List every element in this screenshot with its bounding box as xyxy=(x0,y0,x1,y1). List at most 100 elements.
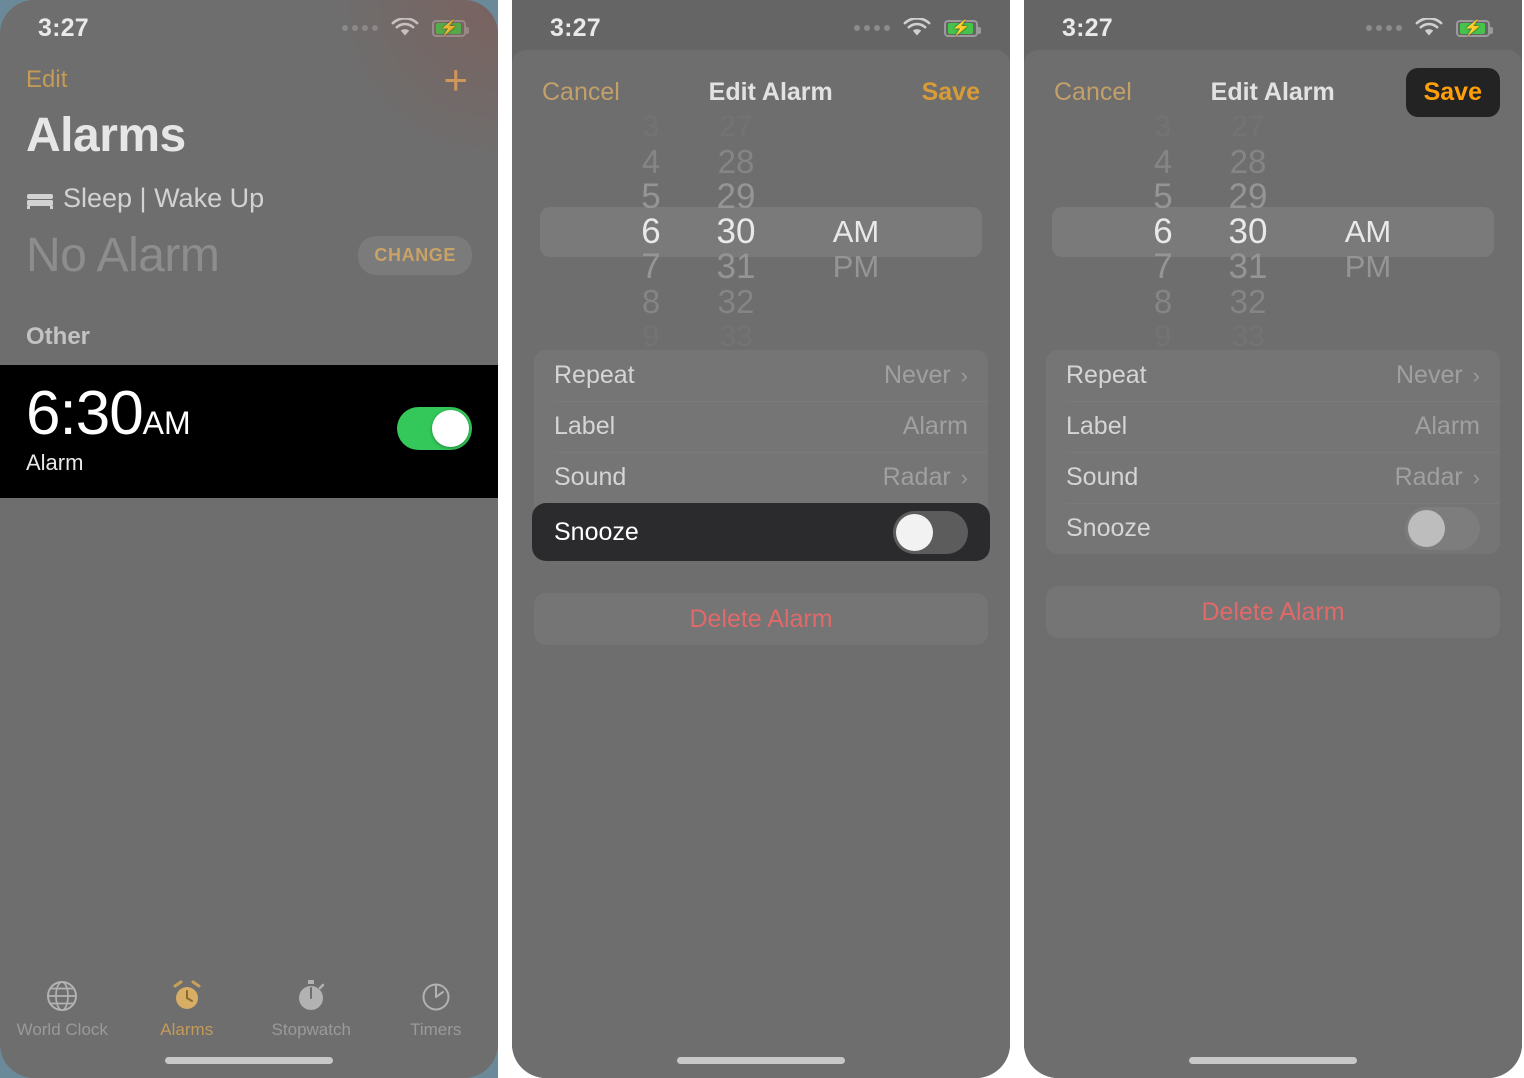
settings-row-label[interactable]: Label Alarm xyxy=(534,401,988,452)
picker-hour-item[interactable]: 3 xyxy=(1155,109,1172,144)
time-picker-period-column[interactable]: AM PM xyxy=(1308,109,1428,354)
signal-dots-icon xyxy=(854,25,890,31)
status-bar-indicators: ⚡ xyxy=(342,18,469,38)
settings-row-sound[interactable]: Sound Radar › xyxy=(534,452,988,503)
picker-minute-item[interactable]: 29 xyxy=(717,179,756,214)
picker-minute-item[interactable]: 28 xyxy=(1230,144,1267,179)
time-picker[interactable]: 3 4 5 6 7 8 9 27 28 29 30 31 32 33 AM PM xyxy=(1024,110,1522,353)
cancel-button[interactable]: Cancel xyxy=(1054,78,1132,107)
settings-row-label-text: Label xyxy=(1066,412,1128,440)
settings-row-snooze[interactable]: Snooze xyxy=(1046,503,1500,554)
picker-hour-item[interactable]: 8 xyxy=(642,284,660,319)
settings-row-label: Sound xyxy=(1066,463,1139,491)
picker-minute-item[interactable]: 33 xyxy=(1231,319,1264,354)
tab-stopwatch[interactable]: Stopwatch xyxy=(249,974,374,1040)
wifi-icon xyxy=(1415,18,1443,36)
time-picker-minutes-column[interactable]: 27 28 29 30 31 32 33 xyxy=(694,109,778,354)
picker-minute-item[interactable]: 27 xyxy=(1231,109,1264,144)
alarm-item-time: 6:30AM xyxy=(26,379,191,448)
phone-panel-edit-alarm-save: 3:27 ⚡ Cancel Edit Alarm Save 3 4 5 6 7 … xyxy=(1024,0,1522,1078)
snooze-toggle[interactable] xyxy=(1405,507,1480,550)
settings-row-snooze[interactable]: Snooze xyxy=(532,503,990,561)
home-indicator[interactable] xyxy=(677,1057,845,1064)
signal-dots-icon xyxy=(1366,25,1402,31)
home-indicator[interactable] xyxy=(165,1057,333,1064)
sleep-wake-up-row[interactable]: Sleep | Wake Up xyxy=(0,163,498,214)
wifi-icon xyxy=(903,18,931,36)
time-picker-minutes-column[interactable]: 27 28 29 30 31 32 33 xyxy=(1206,109,1290,354)
chevron-right-icon: › xyxy=(960,362,968,388)
bed-icon xyxy=(27,193,53,209)
picker-period-item[interactable]: PM xyxy=(833,249,880,284)
status-bar-indicators: ⚡ xyxy=(1366,18,1493,38)
settings-row-value: Radar › xyxy=(1395,463,1480,492)
change-button[interactable]: CHANGE xyxy=(358,236,472,275)
picker-hour-item[interactable]: 7 xyxy=(641,249,660,284)
tab-timers[interactable]: Timers xyxy=(374,974,499,1040)
snooze-toggle[interactable] xyxy=(893,510,968,554)
status-bar-time: 3:27 xyxy=(38,13,89,42)
picker-hour-item[interactable]: 9 xyxy=(1155,319,1172,354)
settings-row-label[interactable]: Label Alarm xyxy=(1046,401,1500,452)
settings-row-sound[interactable]: Sound Radar › xyxy=(1046,452,1500,503)
alarm-list-item[interactable]: 6:30AM Alarm xyxy=(0,365,498,499)
time-picker-period-column[interactable]: AM PM xyxy=(796,109,916,354)
picker-minute-selected[interactable]: 30 xyxy=(1229,214,1268,249)
picker-hour-item[interactable]: 3 xyxy=(643,109,660,144)
time-picker-hours-column[interactable]: 3 4 5 6 7 8 9 xyxy=(1128,109,1198,354)
tab-world-clock[interactable]: World Clock xyxy=(0,974,125,1040)
edit-button[interactable]: Edit xyxy=(26,66,67,94)
globe-icon xyxy=(0,974,125,1018)
cancel-button[interactable]: Cancel xyxy=(542,78,620,107)
tab-alarms-label: Alarms xyxy=(160,1020,214,1039)
picker-minute-item[interactable]: 31 xyxy=(1229,249,1268,284)
picker-minute-item[interactable]: 32 xyxy=(1230,284,1267,319)
picker-hour-item[interactable]: 7 xyxy=(1153,249,1172,284)
signal-dots-icon xyxy=(342,25,378,31)
screenshot-stage: 3:27 ⚡ Edit + Alarms Sleep | Wake Up No … xyxy=(0,0,1524,1078)
picker-minute-selected[interactable]: 30 xyxy=(717,214,756,249)
plus-icon[interactable]: + xyxy=(443,59,468,101)
settings-row-repeat[interactable]: Repeat Never › xyxy=(534,350,988,401)
settings-row-value: Alarm xyxy=(903,412,968,441)
alarm-enable-toggle[interactable] xyxy=(397,407,472,451)
status-bar-time: 3:27 xyxy=(1062,13,1113,42)
picker-hour-selected[interactable]: 6 xyxy=(1153,214,1172,249)
picker-minute-item[interactable]: 32 xyxy=(718,284,755,319)
picker-minute-item[interactable]: 28 xyxy=(718,144,755,179)
picker-hour-item[interactable]: 4 xyxy=(642,144,660,179)
picker-period-selected[interactable]: AM xyxy=(1345,214,1392,249)
picker-hour-item[interactable]: 9 xyxy=(643,319,660,354)
home-indicator[interactable] xyxy=(1189,1057,1357,1064)
delete-alarm-button[interactable]: Delete Alarm xyxy=(534,593,988,645)
tab-alarms[interactable]: Alarms xyxy=(125,974,250,1040)
settings-row-label: Sound xyxy=(554,463,627,491)
picker-minute-item[interactable]: 31 xyxy=(717,249,756,284)
chevron-right-icon: › xyxy=(1472,362,1480,388)
picker-hour-item[interactable]: 8 xyxy=(1154,284,1172,319)
picker-period-item[interactable]: PM xyxy=(1345,249,1392,284)
settings-row-value: Radar › xyxy=(883,463,968,492)
sleep-wake-up-label: Sleep | Wake Up xyxy=(63,183,265,213)
picker-minute-item[interactable]: 29 xyxy=(1229,179,1268,214)
picker-hour-selected[interactable]: 6 xyxy=(641,214,660,249)
time-picker[interactable]: 3 4 5 6 7 8 9 27 28 29 30 31 32 33 AM PM xyxy=(512,110,1010,353)
picker-hour-item[interactable]: 4 xyxy=(1154,144,1172,179)
delete-alarm-button[interactable]: Delete Alarm xyxy=(1046,586,1500,638)
wifi-icon xyxy=(391,18,419,36)
picker-minute-item[interactable]: 27 xyxy=(719,109,752,144)
other-section-header: Other xyxy=(26,323,91,350)
save-button[interactable]: Save xyxy=(922,78,980,107)
settings-row-repeat[interactable]: Repeat Never › xyxy=(1046,350,1500,401)
picker-hour-item[interactable]: 5 xyxy=(1153,179,1172,214)
picker-hour-item[interactable]: 5 xyxy=(641,179,660,214)
picker-minute-item[interactable]: 33 xyxy=(719,319,752,354)
label-value: Alarm xyxy=(902,412,968,440)
time-picker-hours-column[interactable]: 3 4 5 6 7 8 9 xyxy=(616,109,686,354)
settings-row-value: Alarm xyxy=(1415,412,1480,441)
picker-period-selected[interactable]: AM xyxy=(833,214,880,249)
tab-world-clock-label: World Clock xyxy=(16,1020,108,1039)
settings-row-label: Repeat xyxy=(1066,361,1147,389)
repeat-value: Never xyxy=(1395,361,1463,389)
status-bar-3: 3:27 ⚡ xyxy=(1024,0,1522,56)
